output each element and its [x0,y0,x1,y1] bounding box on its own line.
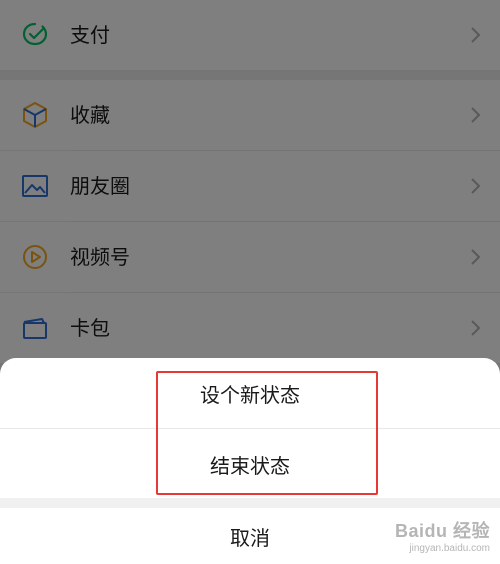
watermark-sub: jingyan.baidu.com [409,543,490,554]
sheet-gap [0,498,500,508]
baidu-jingyan-watermark: Baidu 经验 jingyan.baidu.com [395,517,490,554]
cancel-label: 取消 [230,525,270,550]
watermark-main: Baidu 经验 [394,521,490,541]
highlight-annotation-box [156,371,378,495]
